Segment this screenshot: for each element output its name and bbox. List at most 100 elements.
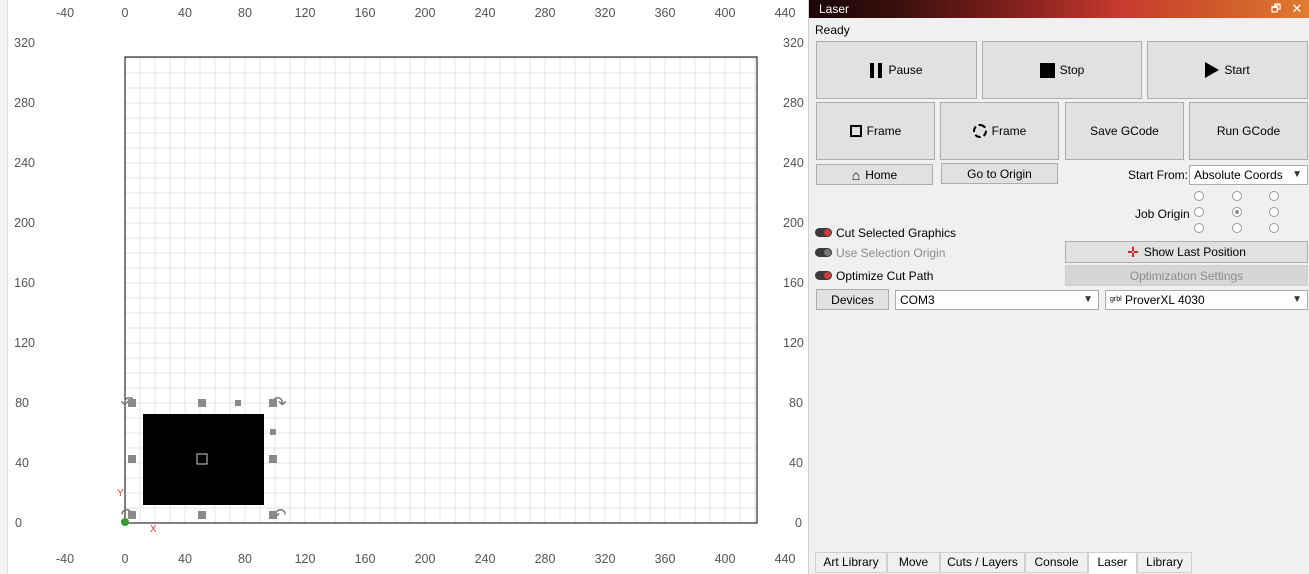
x-tick: 80 [238,552,252,566]
x-axis-letter: X [150,524,157,535]
tab-art-library[interactable]: Art Library [815,552,887,573]
start-button[interactable]: Start [1147,41,1308,99]
x-tick: 160 [354,6,376,20]
x-tick: 440 [774,552,796,566]
cut-selected-toggle[interactable] [815,228,832,237]
start-icon [1205,62,1220,78]
x-tick: 40 [178,6,192,20]
resize-handle[interactable] [128,399,136,407]
skew-handle[interactable] [235,400,241,406]
crosshair-icon: ✛ [1127,244,1139,260]
show-last-position-button[interactable]: ✛ Show Last Position [1065,241,1308,263]
resize-handle[interactable] [269,399,277,407]
save-gcode-button[interactable]: Save GCode [1065,102,1184,160]
device-select[interactable]: grbl ProverXL 4030 ▼ [1105,290,1308,310]
start-from-value: Absolute Coords [1194,168,1283,182]
optimization-settings-button[interactable]: Optimization Settings [1065,265,1308,286]
x-tick: 40 [178,552,192,566]
job-origin-radio-middle-left[interactable] [1194,207,1204,217]
device-value: ProverXL 4030 [1125,293,1205,307]
go-to-origin-button[interactable]: Go to Origin [941,163,1058,184]
frame-circle-icon [972,124,987,138]
y-tick: 320 [783,36,804,50]
x-tick: 240 [474,552,496,566]
x-tick: 0 [121,552,129,566]
y-axis-letter: Y [117,488,124,499]
save-gcode-label: Save GCode [1090,124,1159,138]
go-to-origin-label: Go to Origin [967,166,1032,181]
x-tick: 320 [594,552,616,566]
stop-label: Stop [1059,63,1085,77]
job-origin-radio-bottom-center[interactable] [1232,223,1242,233]
frame-circle-button[interactable]: Frame [940,102,1059,160]
resize-handle[interactable] [198,511,206,519]
skew-handle[interactable] [270,429,276,435]
frame-rectangle-icon [849,125,862,137]
job-origin-radio-top-left[interactable] [1194,191,1204,201]
chevron-down-icon: ▼ [1292,294,1302,305]
y-tick: 120 [783,336,804,350]
y-tick: 200 [14,216,35,230]
y-tick: 280 [14,96,35,110]
resize-handle[interactable] [269,455,277,463]
start-label: Start [1224,63,1250,77]
home-button[interactable]: ⌂ Home [816,164,933,185]
frame-rect-label: Frame [866,124,902,138]
x-tick: 280 [534,552,556,566]
use-selection-origin-label: Use Selection Origin [836,246,946,260]
stop-button[interactable]: Stop [982,41,1142,99]
run-gcode-button[interactable]: Run GCode [1189,102,1308,160]
x-tick: 160 [354,552,376,566]
frame-rect-button[interactable]: Frame [816,102,935,160]
center-handle[interactable] [196,453,208,465]
restore-window-icon[interactable]: 🗗 [1267,0,1285,18]
use-selection-origin-toggle[interactable] [815,248,832,257]
tab-move[interactable]: Move [887,552,940,573]
resize-handle[interactable] [198,399,206,407]
stop-icon [1039,62,1055,78]
x-tick: 440 [774,6,796,20]
x-tick: 120 [294,552,316,566]
job-origin-label: Job Origin [1135,207,1190,221]
devices-button[interactable]: Devices [816,289,889,310]
pause-label: Pause [888,63,923,77]
job-origin-grid [1189,188,1307,236]
x-tick: 0 [121,6,129,20]
y-tick: 80 [789,396,803,410]
device-type-icon: grbl [1110,296,1122,303]
tab-library[interactable]: Library [1137,552,1192,573]
run-gcode-label: Run GCode [1216,124,1281,138]
x-tick: 200 [414,6,436,20]
tab-laser[interactable]: Laser [1088,552,1137,574]
x-tick: 400 [714,6,736,20]
job-origin-radio-bottom-left[interactable] [1194,223,1204,233]
chevron-down-icon: ▼ [1083,294,1093,305]
y-tick: 320 [14,36,35,50]
pause-icon [870,62,883,78]
chevron-down-icon: ▼ [1292,169,1302,180]
tab-cuts-layers[interactable]: Cuts / Layers [940,552,1025,573]
resize-handle[interactable] [269,511,277,519]
workspace-canvas[interactable]: -40 0 40 80 120 160 200 240 280 320 360 … [0,0,808,574]
y-tick: 0 [795,516,802,530]
y-tick: 200 [783,216,804,230]
close-icon[interactable]: ✕ [1288,0,1306,18]
tab-console[interactable]: Console [1025,552,1088,573]
job-origin-radio-top-center[interactable] [1232,191,1242,201]
x-tick: 400 [714,552,736,566]
job-origin-radio-top-right[interactable] [1269,191,1279,201]
job-origin-radio-middle-right[interactable] [1269,207,1279,217]
optimization-settings-label: Optimization Settings [1129,268,1244,283]
x-tick: 240 [474,6,496,20]
pause-button[interactable]: Pause [816,41,977,99]
port-select[interactable]: COM3 ▼ [895,290,1099,310]
resize-handle[interactable] [128,455,136,463]
start-from-select[interactable]: Absolute Coords ▼ [1189,165,1308,185]
x-tick: 80 [238,6,252,20]
job-origin-radio-bottom-right[interactable] [1269,223,1279,233]
resize-handle[interactable] [128,511,136,519]
x-tick: 200 [414,552,436,566]
job-origin-radio-center[interactable] [1232,207,1242,217]
optimize-cut-path-toggle[interactable] [815,271,832,280]
cut-selected-label: Cut Selected Graphics [836,226,957,240]
